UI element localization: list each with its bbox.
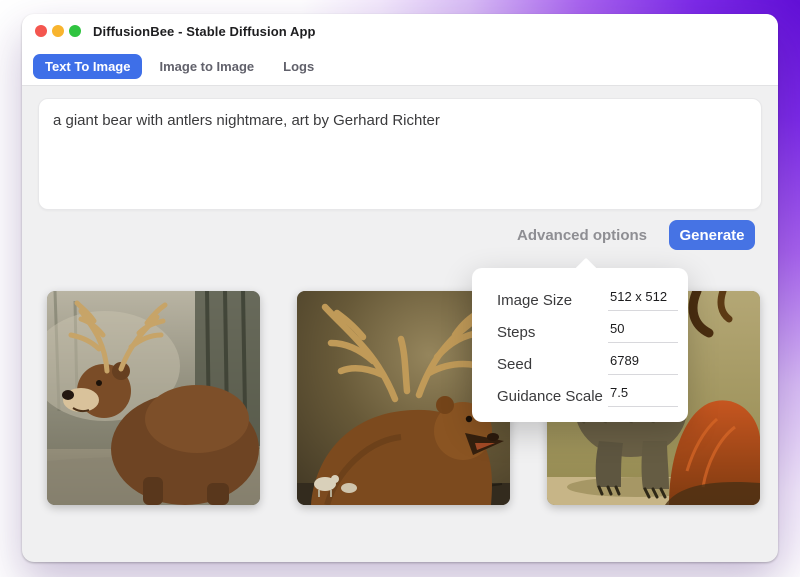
prompt-input[interactable]: a giant bear with antlers nightmare, art… bbox=[38, 98, 762, 210]
image-size-row: Image Size bbox=[497, 284, 678, 316]
steps-label: Steps bbox=[497, 323, 536, 341]
steps-row: Steps bbox=[497, 316, 678, 348]
image-size-label: Image Size bbox=[497, 291, 573, 309]
tab-text-to-image[interactable]: Text To Image bbox=[33, 54, 143, 79]
steps-input[interactable] bbox=[608, 321, 678, 343]
minimize-button[interactable] bbox=[52, 25, 64, 37]
close-button[interactable] bbox=[35, 25, 47, 37]
tab-logs[interactable]: Logs bbox=[271, 54, 326, 79]
result-image-1[interactable] bbox=[47, 291, 260, 505]
result-painting-misty-forest-bear bbox=[47, 291, 260, 505]
main-content: a giant bear with antlers nightmare, art… bbox=[22, 86, 778, 562]
guidance-scale-input[interactable] bbox=[608, 385, 678, 407]
image-size-input[interactable] bbox=[608, 289, 678, 311]
tab-bar: Text To Image Image to Image Logs bbox=[22, 48, 778, 86]
seed-row: Seed bbox=[497, 348, 678, 380]
generation-controls: Advanced options Generate bbox=[517, 220, 755, 250]
popover-arrow bbox=[574, 257, 598, 281]
zoom-button[interactable] bbox=[69, 25, 81, 37]
traffic-lights bbox=[35, 25, 81, 37]
desktop-background: DiffusionBee - Stable Diffusion App Text… bbox=[0, 0, 800, 577]
guidance-scale-label: Guidance Scale bbox=[497, 387, 603, 405]
app-window: DiffusionBee - Stable Diffusion App Text… bbox=[22, 14, 778, 562]
title-bar: DiffusionBee - Stable Diffusion App bbox=[22, 14, 778, 48]
generate-button[interactable]: Generate bbox=[669, 220, 755, 250]
seed-input[interactable] bbox=[608, 353, 678, 375]
seed-label: Seed bbox=[497, 355, 533, 373]
prompt-container: a giant bear with antlers nightmare, art… bbox=[38, 98, 762, 210]
window-title: DiffusionBee - Stable Diffusion App bbox=[93, 23, 316, 39]
guidance-scale-row: Guidance Scale bbox=[497, 380, 678, 412]
tab-image-to-image[interactable]: Image to Image bbox=[147, 54, 266, 79]
advanced-options-popover: Image Size Steps Seed Guidance Scale bbox=[472, 257, 688, 422]
advanced-options-link[interactable]: Advanced options bbox=[517, 227, 647, 244]
